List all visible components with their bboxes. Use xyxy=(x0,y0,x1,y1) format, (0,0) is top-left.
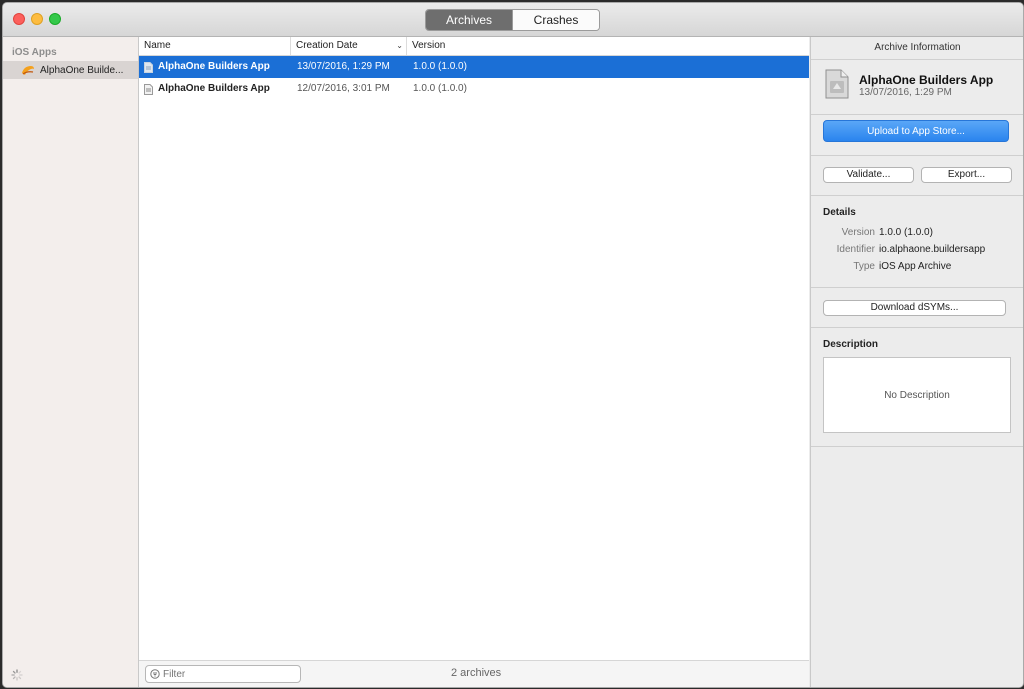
sidebar-header: iOS Apps xyxy=(12,47,57,58)
archive-count: 2 archives xyxy=(451,667,502,679)
detail-key: Type xyxy=(853,261,875,272)
table-row[interactable]: AlphaOne Builders App 13/07/2016, 1:29 P… xyxy=(139,56,809,78)
divider xyxy=(811,446,1023,447)
detail-value: 1.0.0 (1.0.0) xyxy=(879,227,933,238)
validate-button[interactable]: Validate... xyxy=(823,167,914,183)
archive-icon xyxy=(144,78,154,100)
column-header-creation-date[interactable]: Creation Date ⌄ xyxy=(291,37,407,55)
download-dsyms-button[interactable]: Download dSYMs... xyxy=(823,300,1006,316)
inspector-app-date: 13/07/2016, 1:29 PM xyxy=(859,87,952,98)
title-bar: Archives Crashes xyxy=(3,3,1023,37)
upload-to-app-store-button[interactable]: Upload to App Store... xyxy=(823,120,1009,142)
archive-icon xyxy=(144,56,154,78)
row-version: 1.0.0 (1.0.0) xyxy=(413,61,467,72)
list-header: Name Creation Date ⌄ Version xyxy=(139,37,809,56)
column-header-name[interactable]: Name xyxy=(139,37,291,55)
detail-row-identifier: Identifier io.alphaone.buildersapp xyxy=(811,244,1023,258)
table-row[interactable]: AlphaOne Builders App 12/07/2016, 3:01 P… xyxy=(139,78,809,100)
detail-key: Version xyxy=(841,227,875,238)
export-button[interactable]: Export... xyxy=(921,167,1012,183)
inspector-title: Archive Information xyxy=(811,37,1023,60)
divider xyxy=(811,327,1023,328)
archive-file-icon xyxy=(825,69,849,99)
organizer-window: Archives Crashes iOS Apps AlphaOne Build… xyxy=(2,2,1024,688)
tab-crashes[interactable]: Crashes xyxy=(512,10,599,30)
archive-list: Name Creation Date ⌄ Version AlphaOne Bu… xyxy=(139,37,809,687)
divider xyxy=(811,287,1023,288)
row-version: 1.0.0 (1.0.0) xyxy=(413,83,467,94)
divider xyxy=(811,195,1023,196)
loading-spinner-icon xyxy=(11,669,23,681)
row-date: 13/07/2016, 1:29 PM xyxy=(297,61,390,72)
row-name: AlphaOne Builders App xyxy=(158,83,270,94)
filter-field[interactable] xyxy=(145,665,301,683)
sidebar-item-alphaone[interactable]: AlphaOne Builde... xyxy=(3,61,138,79)
sidebar: iOS Apps AlphaOne Builde... xyxy=(3,37,139,687)
filter-icon xyxy=(150,669,160,679)
row-name: AlphaOne Builders App xyxy=(158,61,270,72)
sidebar-item-label: AlphaOne Builde... xyxy=(40,64,124,76)
detail-key: Identifier xyxy=(836,244,875,255)
column-header-version[interactable]: Version xyxy=(407,37,809,55)
inspector-app-name: AlphaOne Builders App xyxy=(859,73,994,87)
detail-value: io.alphaone.buildersapp xyxy=(879,244,986,255)
description-box[interactable]: No Description xyxy=(823,357,1011,433)
detail-value: iOS App Archive xyxy=(879,261,952,272)
tab-archives[interactable]: Archives xyxy=(426,10,512,30)
minimize-window-button[interactable] xyxy=(31,13,43,25)
app-icon xyxy=(21,63,35,77)
sort-descending-icon: ⌄ xyxy=(396,41,403,50)
archive-inspector: Archive Information AlphaOne Builders Ap… xyxy=(810,37,1023,687)
inspector-archive-header: AlphaOne Builders App 13/07/2016, 1:29 P… xyxy=(811,59,1023,115)
column-header-label: Creation Date xyxy=(296,40,358,51)
description-text: No Description xyxy=(884,389,950,401)
divider xyxy=(811,155,1023,156)
detail-row-version: Version 1.0.0 (1.0.0) xyxy=(811,227,1023,241)
row-date: 12/07/2016, 3:01 PM xyxy=(297,83,390,94)
filter-input[interactable] xyxy=(160,668,293,680)
view-switcher: Archives Crashes xyxy=(425,9,600,31)
detail-row-type: Type iOS App Archive xyxy=(811,261,1023,275)
details-title: Details xyxy=(823,207,856,218)
list-footer: 2 archives xyxy=(139,660,809,687)
close-window-button[interactable] xyxy=(13,13,25,25)
zoom-window-button[interactable] xyxy=(49,13,61,25)
description-title: Description xyxy=(823,339,879,350)
